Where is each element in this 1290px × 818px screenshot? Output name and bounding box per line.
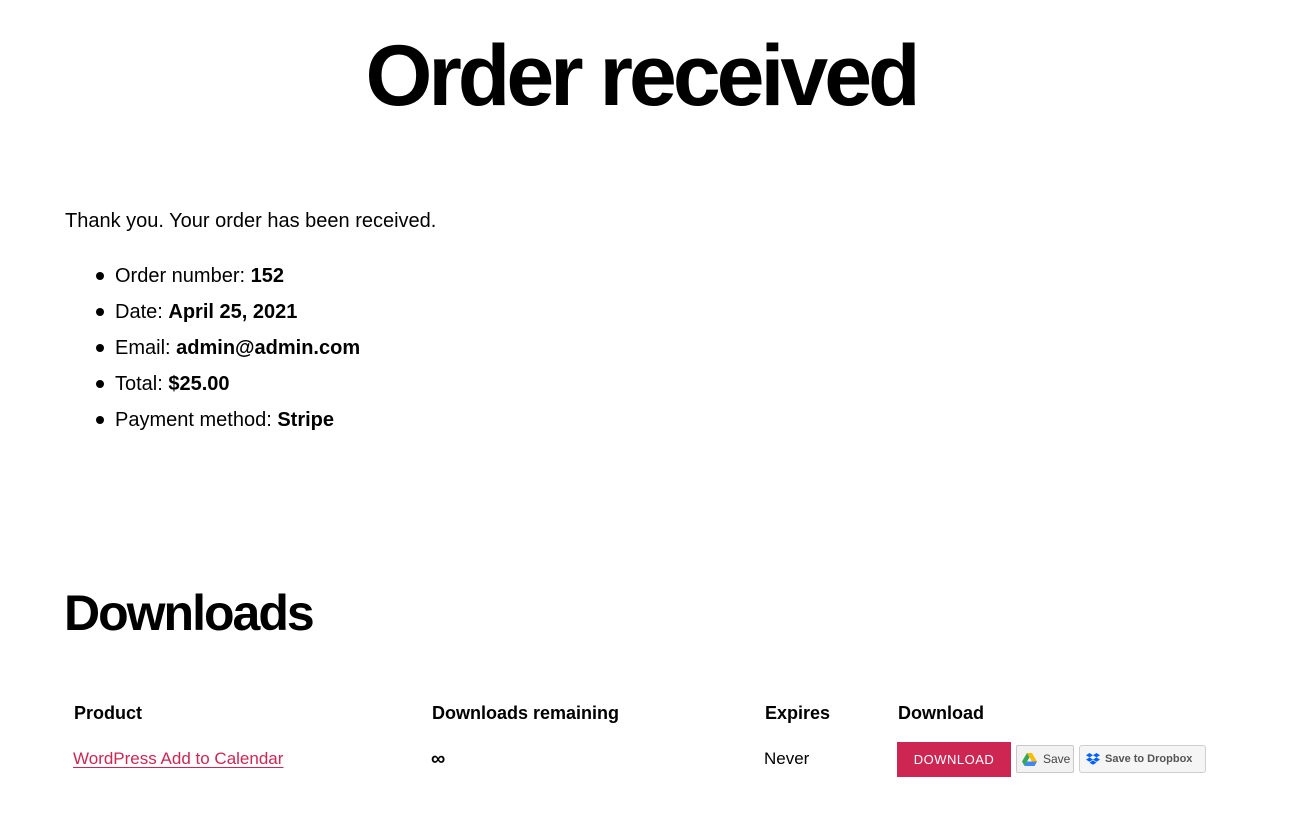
order-date-value: April 25, 2021	[168, 301, 298, 323]
page-title: Order received	[365, 28, 920, 124]
order-email-value: admin@admin.com	[176, 337, 361, 359]
order-email-label: Email:	[115, 337, 171, 359]
column-header-download: Download	[898, 703, 984, 723]
order-number-item: Order number: 152	[95, 258, 360, 294]
order-date-item: Date: April 25, 2021	[95, 294, 360, 330]
thank-you-message: Thank you. Your order has been received.	[65, 210, 437, 232]
order-details-list: Order number: 152 Date: April 25, 2021 E…	[95, 258, 360, 438]
order-number-label: Order number:	[115, 265, 246, 287]
downloads-heading: Downloads	[64, 585, 315, 641]
save-to-drive-button[interactable]: Save	[1016, 745, 1074, 773]
expires-value: Never	[764, 749, 810, 768]
column-header-product: Product	[74, 703, 143, 723]
order-date-label: Date:	[115, 301, 163, 323]
column-header-expires: Expires	[765, 703, 831, 723]
dropbox-icon	[1086, 753, 1100, 765]
column-header-downloads-remaining: Downloads remaining	[432, 703, 620, 723]
save-to-drive-label: Save	[1043, 752, 1071, 766]
download-button[interactable]: DOWNLOAD	[897, 742, 1011, 777]
order-received-page: Order received Thank you. Your order has…	[0, 0, 1290, 818]
order-total-item: Total: $25.00	[95, 366, 360, 402]
order-email-item: Email: admin@admin.com	[95, 330, 360, 366]
order-total-label: Total:	[115, 373, 163, 395]
product-link[interactable]: WordPress Add to Calendar	[73, 747, 283, 771]
order-number-value: 152	[250, 265, 284, 287]
save-to-dropbox-label: Save to Dropbox	[1105, 753, 1193, 765]
payment-method-label: Payment method:	[115, 409, 272, 431]
payment-method-item: Payment method: Stripe	[95, 402, 360, 438]
save-to-dropbox-button[interactable]: Save to Dropbox	[1079, 745, 1206, 773]
downloads-remaining-value: ∞	[431, 748, 446, 770]
order-total-value: $25.00	[168, 373, 230, 395]
payment-method-value: Stripe	[277, 409, 334, 431]
google-drive-icon	[1022, 752, 1037, 766]
